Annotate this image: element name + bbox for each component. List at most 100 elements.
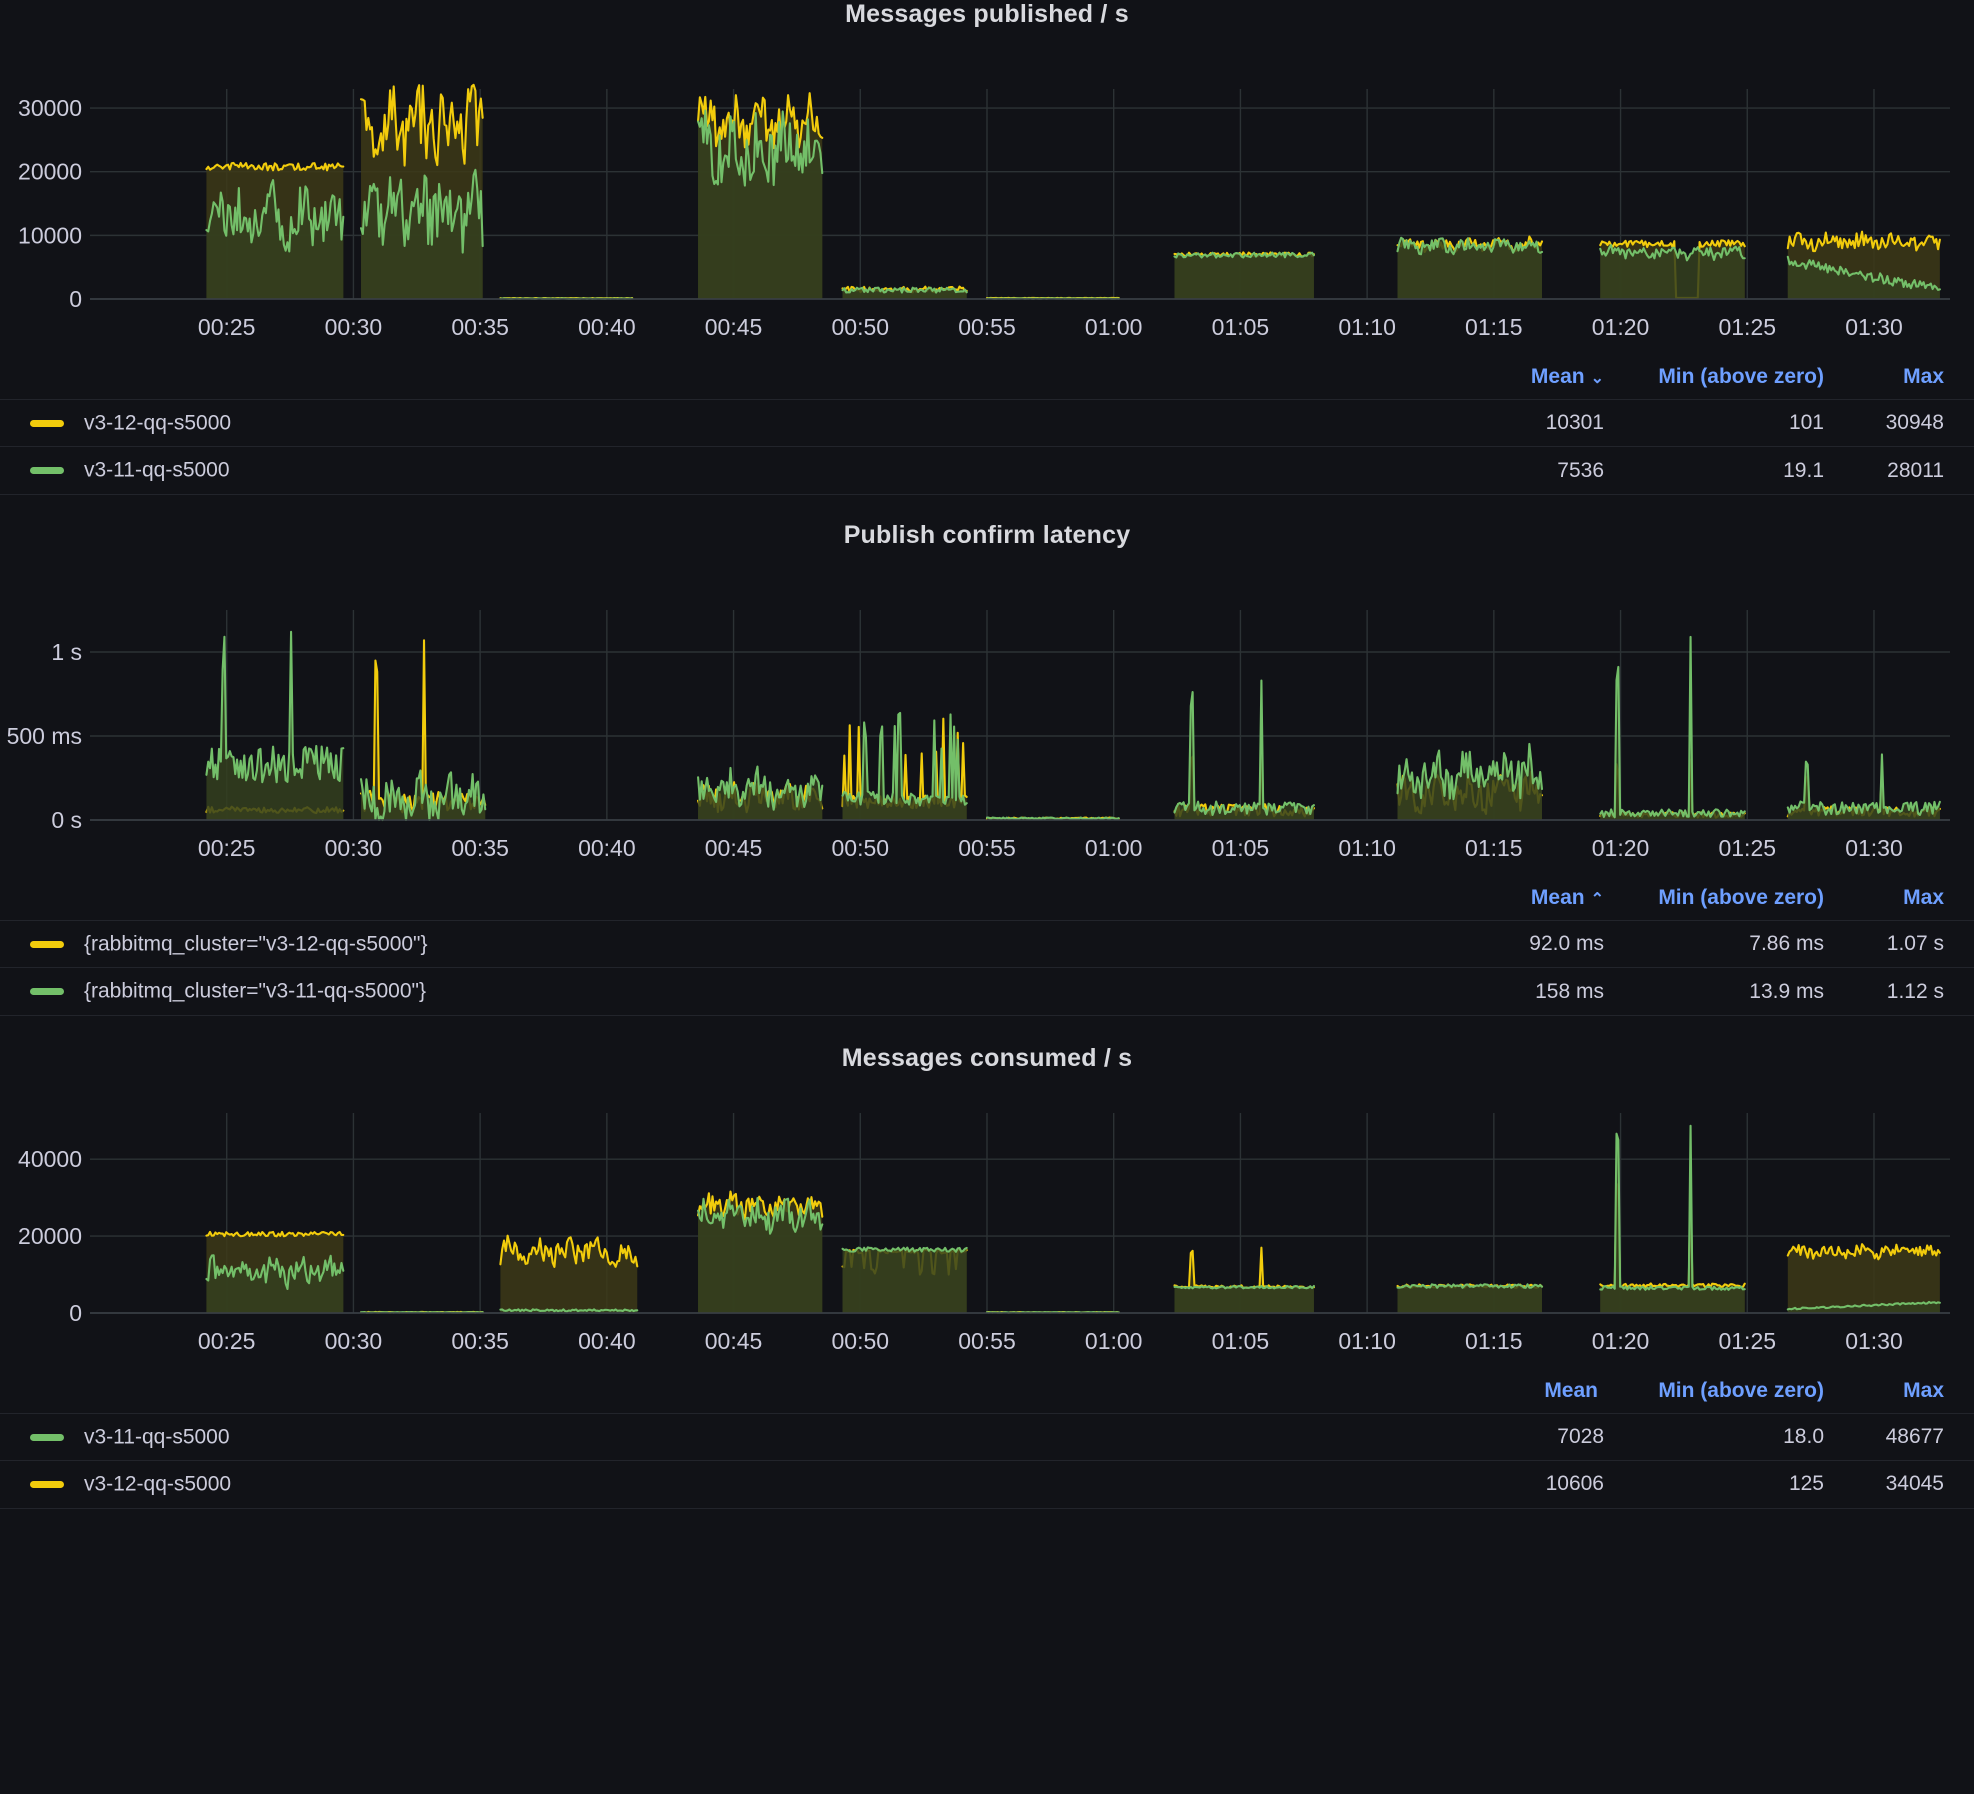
legend-table: Mean⌄ Min (above zero) Max v3-12-qq-s500… [0, 359, 1974, 495]
x-axis-tick-label: 01:15 [1465, 1328, 1523, 1354]
panel-messages-consumed: Messages consumed / s 0200004000000:2500… [0, 1044, 1974, 1509]
x-axis-tick-label: 01:10 [1338, 314, 1396, 340]
x-axis-tick-label: 00:45 [705, 1328, 763, 1354]
series-color-swatch [30, 467, 64, 474]
x-axis-tick-label: 01:10 [1338, 835, 1396, 861]
legend-header-max[interactable]: Max [1824, 1373, 1974, 1414]
legend-header-mean[interactable]: Mean⌄ [1454, 359, 1604, 400]
series-label: v3-11-qq-s5000 [84, 1425, 230, 1448]
legend-max-value: 1.12 s [1824, 968, 1974, 1015]
x-axis-tick-label: 00:40 [578, 314, 636, 340]
legend-min-value: 13.9 ms [1604, 968, 1824, 1015]
series-color-swatch [30, 988, 64, 995]
legend-header-min[interactable]: Min (above zero) [1604, 1373, 1824, 1414]
x-axis-tick-label: 01:25 [1718, 314, 1776, 340]
x-axis-tick-label: 00:55 [958, 835, 1016, 861]
legend-mean-value: 7028 [1454, 1413, 1604, 1460]
legend-row[interactable]: {rabbitmq_cluster="v3-11-qq-s5000"} 158 … [0, 968, 1974, 1015]
legend-series-cell[interactable]: v3-12-qq-s5000 [0, 400, 1454, 447]
x-axis-tick-label: 00:50 [831, 1328, 889, 1354]
legend-series-cell[interactable]: v3-12-qq-s5000 [0, 1461, 1454, 1508]
x-axis-tick-label: 00:35 [451, 1328, 509, 1354]
legend-max-value: 48677 [1824, 1413, 1974, 1460]
legend-table: Mean⌃ Min (above zero) Max {rabbitmq_clu… [0, 880, 1974, 1016]
chart-svg: 0 s500 ms1 s00:2500:3000:3500:4000:4500:… [0, 550, 1974, 880]
x-axis-tick-label: 01:05 [1212, 314, 1270, 340]
legend-table: Mean Min (above zero) Max v3-11-qq-s5000… [0, 1373, 1974, 1509]
legend-header-max[interactable]: Max [1824, 359, 1974, 400]
legend-header-mean[interactable]: Mean⌃ [1454, 880, 1604, 921]
x-axis-tick-label: 00:30 [325, 1328, 383, 1354]
y-axis-tick-label: 0 s [51, 807, 82, 833]
y-axis-tick-label: 20000 [18, 1223, 82, 1249]
legend-min-value: 7.86 ms [1604, 920, 1824, 967]
legend-max-value: 28011 [1824, 447, 1974, 494]
legend-header-label [0, 1373, 1454, 1414]
legend-mean-value: 10606 [1454, 1461, 1604, 1508]
x-axis-tick-label: 00:50 [831, 314, 889, 340]
legend-row[interactable]: {rabbitmq_cluster="v3-12-qq-s5000"} 92.0… [0, 920, 1974, 967]
legend-max-value: 1.07 s [1824, 920, 1974, 967]
sort-arrow-icon: ⌄ [1591, 368, 1604, 388]
x-axis-tick-label: 00:45 [705, 835, 763, 861]
legend-min-value: 19.1 [1604, 447, 1824, 494]
legend-mean-value: 92.0 ms [1454, 920, 1604, 967]
legend-row[interactable]: v3-12-qq-s5000 10301 101 30948 [0, 400, 1974, 447]
x-axis-tick-label: 01:25 [1718, 835, 1776, 861]
x-axis-tick-label: 01:25 [1718, 1328, 1776, 1354]
series-label: {rabbitmq_cluster="v3-12-qq-s5000"} [84, 932, 428, 955]
legend-row[interactable]: v3-11-qq-s5000 7536 19.1 28011 [0, 447, 1974, 494]
legend-mean-value: 10301 [1454, 400, 1604, 447]
y-axis-tick-label: 30000 [18, 95, 82, 121]
chart-svg: 010000200003000000:2500:3000:3500:4000:4… [0, 29, 1974, 359]
x-axis-tick-label: 00:40 [578, 1328, 636, 1354]
legend-header-max[interactable]: Max [1824, 880, 1974, 921]
legend-mean-value: 7536 [1454, 447, 1604, 494]
x-axis-tick-label: 01:30 [1845, 314, 1903, 340]
x-axis-tick-label: 01:20 [1592, 1328, 1650, 1354]
x-axis-tick-label: 00:40 [578, 835, 636, 861]
legend-header-min[interactable]: Min (above zero) [1604, 880, 1824, 921]
legend-header-row: Mean⌃ Min (above zero) Max [0, 880, 1974, 921]
x-axis-tick-label: 01:20 [1592, 835, 1650, 861]
panel-title: Messages published / s [0, 0, 1974, 29]
legend-header-row: Mean⌄ Min (above zero) Max [0, 359, 1974, 400]
legend-header-label [0, 359, 1454, 400]
legend-row[interactable]: v3-11-qq-s5000 7028 18.0 48677 [0, 1413, 1974, 1460]
chart-messages-published[interactable]: 010000200003000000:2500:3000:3500:4000:4… [0, 29, 1974, 359]
x-axis-tick-label: 00:25 [198, 835, 256, 861]
series-color-swatch [30, 1481, 64, 1488]
chart-publish-confirm-latency[interactable]: 0 s500 ms1 s00:2500:3000:3500:4000:4500:… [0, 550, 1974, 880]
y-axis-tick-label: 20000 [18, 159, 82, 185]
series-color-swatch [30, 420, 64, 427]
legend-header-min[interactable]: Min (above zero) [1604, 359, 1824, 400]
series-color-swatch [30, 941, 64, 948]
x-axis-tick-label: 00:30 [325, 835, 383, 861]
y-axis-tick-label: 0 [69, 286, 82, 312]
series-label: v3-11-qq-s5000 [84, 459, 230, 482]
y-axis-tick-label: 10000 [18, 222, 82, 248]
x-axis-tick-label: 00:30 [325, 314, 383, 340]
series-label: v3-12-qq-s5000 [84, 1473, 231, 1496]
x-axis-tick-label: 01:30 [1845, 835, 1903, 861]
chart-messages-consumed[interactable]: 0 20000 40000 00:25 00:30 00:35 00:40 00:45 00:5… [0, 1073, 1974, 1373]
y-axis-tick-label: 40000 [18, 1146, 82, 1172]
x-axis-tick-label: 00:25 [198, 314, 256, 340]
legend-series-cell[interactable]: v3-11-qq-s5000 [0, 1413, 1454, 1460]
legend-series-cell[interactable]: {rabbitmq_cluster="v3-12-qq-s5000"} [0, 920, 1454, 967]
legend-series-cell[interactable]: v3-11-qq-s5000 [0, 447, 1454, 494]
y-axis-tick-label: 0 [69, 1300, 82, 1326]
series-label: v3-12-qq-s5000 [84, 411, 231, 434]
legend-header-mean[interactable]: Mean [1454, 1373, 1604, 1414]
legend-min-value: 101 [1604, 400, 1824, 447]
y-axis-tick-label: 500 ms [7, 723, 82, 749]
legend-header-label [0, 880, 1454, 921]
legend-row[interactable]: v3-12-qq-s5000 10606 125 34045 [0, 1461, 1974, 1508]
x-axis-tick-label: 00:45 [705, 314, 763, 340]
x-axis-tick-label: 01:00 [1085, 835, 1143, 861]
legend-min-value: 18.0 [1604, 1413, 1824, 1460]
legend-series-cell[interactable]: {rabbitmq_cluster="v3-11-qq-s5000"} [0, 968, 1454, 1015]
x-axis-tick-label: 00:25 [198, 1328, 256, 1354]
x-axis-tick-label: 00:55 [958, 1328, 1016, 1354]
legend-header-row: Mean Min (above zero) Max [0, 1373, 1974, 1414]
